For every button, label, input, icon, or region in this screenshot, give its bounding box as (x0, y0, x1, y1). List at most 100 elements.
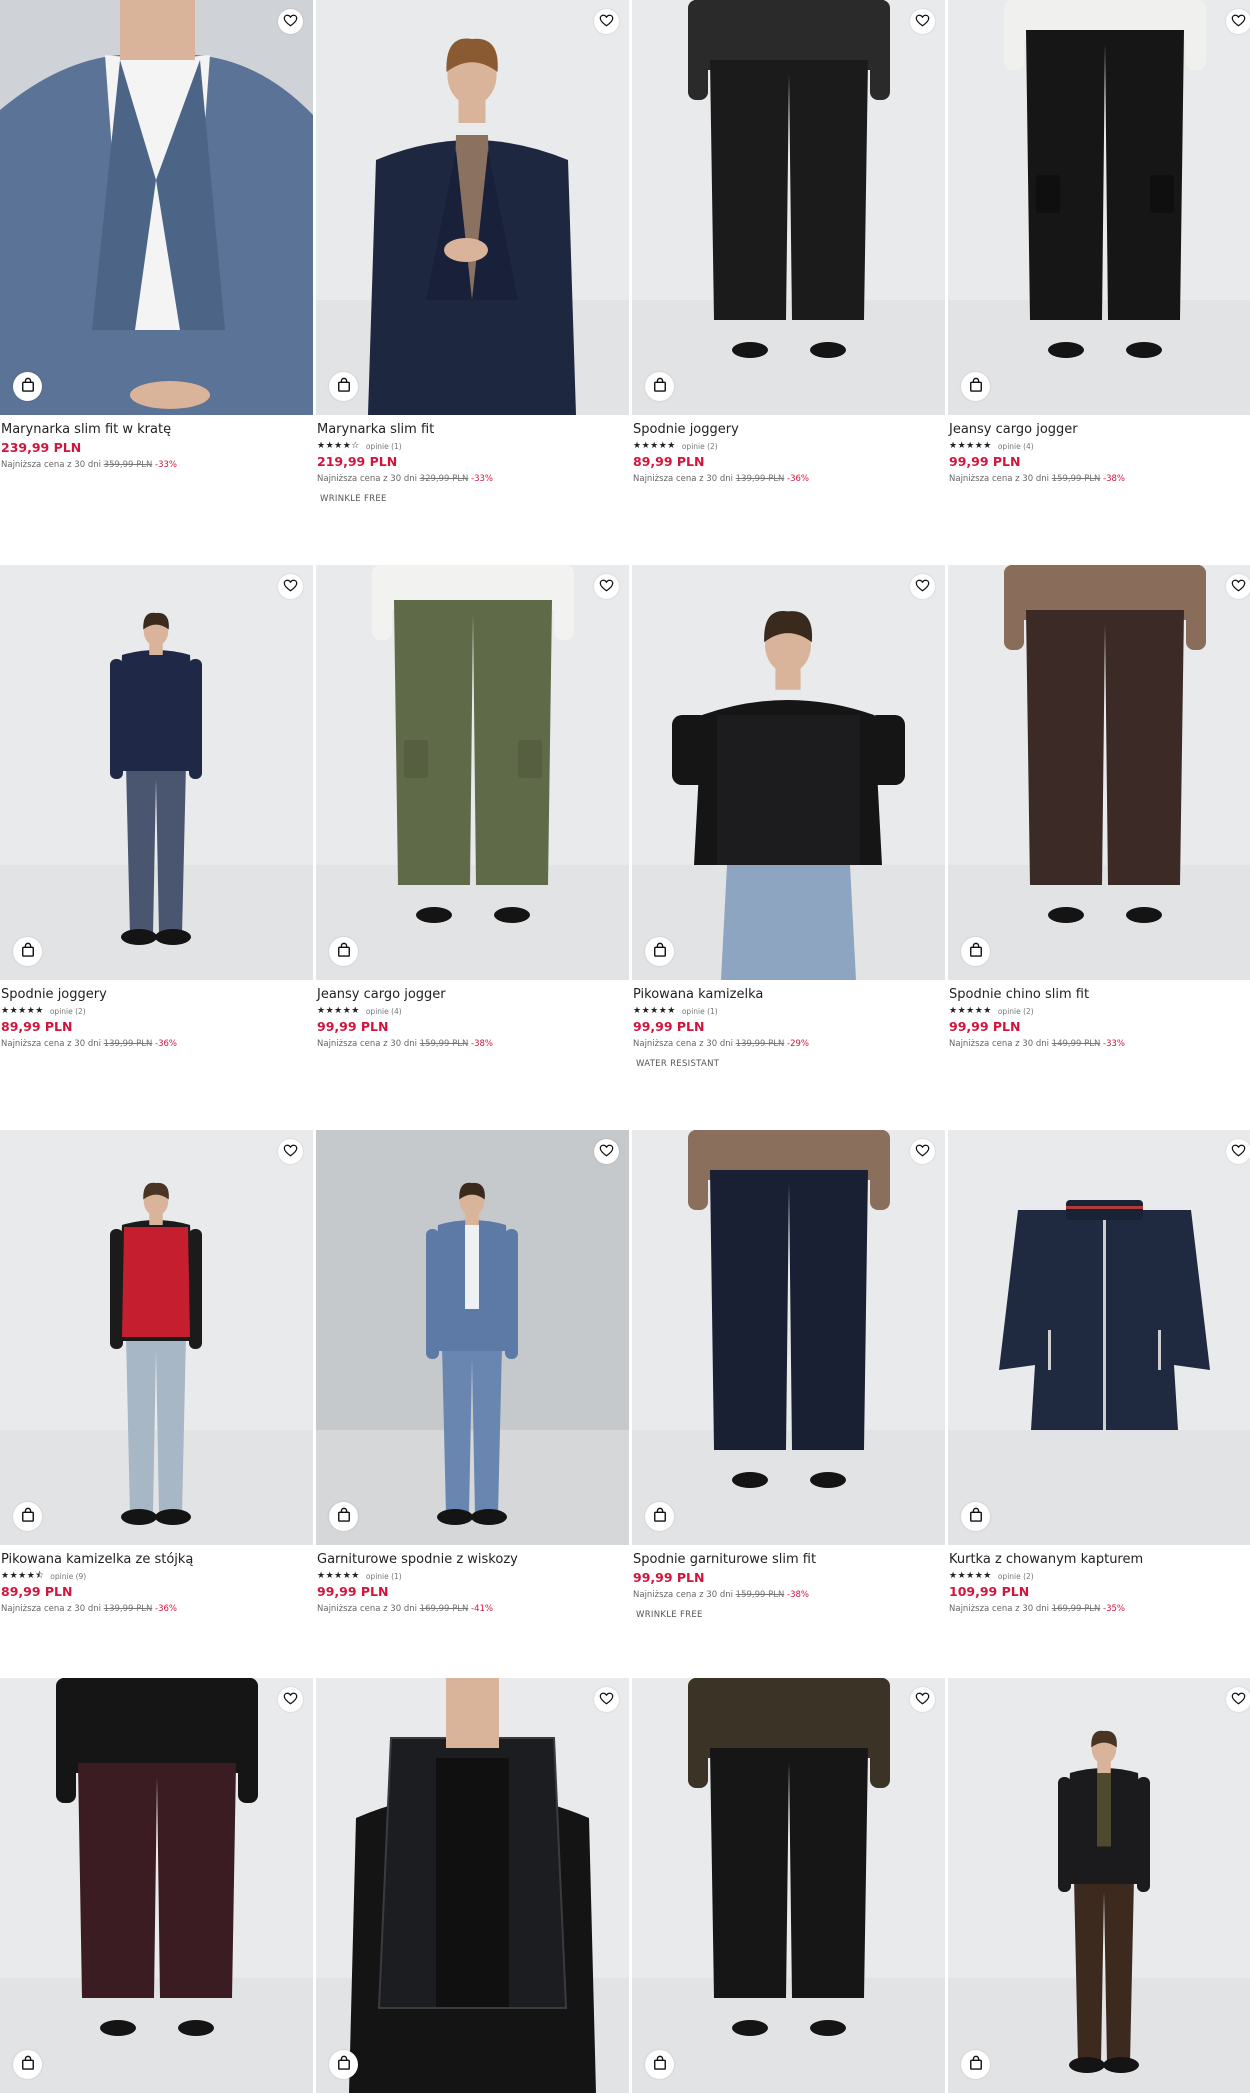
product-card[interactable] (0, 1678, 313, 2093)
add-to-cart-button[interactable] (645, 372, 674, 401)
add-to-cart-button[interactable] (961, 937, 990, 966)
add-to-cart-button[interactable] (961, 2050, 990, 2079)
add-to-cart-button[interactable] (13, 1502, 42, 1531)
review-count[interactable]: opinie (2) (682, 442, 718, 451)
product-name[interactable]: Garniturowe spodnie z wiskozy (317, 1552, 622, 1568)
product-card[interactable]: Pikowana kamizelka ze stójką ★★★★⯪ opini… (0, 1130, 313, 1650)
product-card[interactable]: Spodnie chino slim fit ★★★★★ opinie (2) … (948, 565, 1250, 1085)
add-to-favorites-button[interactable] (910, 9, 935, 34)
product-card[interactable]: Jeansy cargo jogger ★★★★★ opinie (4) 99,… (948, 0, 1250, 520)
product-image[interactable] (316, 0, 629, 415)
product-image[interactable] (0, 1678, 313, 2093)
add-to-favorites-button[interactable] (278, 574, 303, 599)
add-to-cart-button[interactable] (329, 1502, 358, 1531)
product-card[interactable]: Marynarka slim fit w kratę 239,99 PLN Na… (0, 0, 313, 520)
review-count[interactable]: opinie (2) (998, 1572, 1034, 1581)
add-to-favorites-button[interactable] (594, 1139, 619, 1164)
product-card[interactable]: Spodnie garniturowe slim fit 99,99 PLN N… (632, 1130, 945, 1650)
add-to-favorites-button[interactable] (910, 574, 935, 599)
product-card[interactable]: Garniturowe spodnie z wiskozy ★★★★★ opin… (316, 1130, 629, 1650)
add-to-favorites-button[interactable] (594, 1687, 619, 1712)
product-name[interactable]: Kurtka z chowanym kapturem (949, 1552, 1250, 1568)
rating-stars: ★★★★★ (949, 1571, 992, 1581)
add-to-favorites-button[interactable] (278, 9, 303, 34)
product-name[interactable]: Spodnie garniturowe slim fit (633, 1552, 938, 1568)
product-image[interactable] (316, 1130, 629, 1545)
product-name[interactable]: Jeansy cargo jogger (317, 987, 622, 1003)
product-name[interactable]: Spodnie joggery (1, 987, 306, 1003)
product-name[interactable]: Pikowana kamizelka ze stójką (1, 1552, 306, 1568)
add-to-cart-button[interactable] (961, 372, 990, 401)
product-image[interactable] (632, 0, 945, 415)
product-image[interactable] (948, 0, 1250, 415)
add-to-favorites-button[interactable] (1226, 1139, 1250, 1164)
review-count[interactable]: opinie (4) (998, 442, 1034, 451)
product-name[interactable]: Spodnie joggery (633, 422, 938, 438)
add-to-cart-button[interactable] (961, 1502, 990, 1531)
review-count[interactable]: opinie (9) (50, 1572, 86, 1581)
product-image[interactable] (316, 565, 629, 980)
product-image[interactable] (632, 1678, 945, 2093)
product-photo (632, 1130, 945, 1545)
add-to-cart-button[interactable] (329, 2050, 358, 2079)
product-name[interactable]: Marynarka slim fit (317, 422, 622, 438)
add-to-cart-button[interactable] (329, 937, 358, 966)
product-card[interactable]: Pikowana kamizelka ★★★★★ opinie (1) 99,9… (632, 565, 945, 1085)
add-to-cart-button[interactable] (329, 372, 358, 401)
product-card[interactable]: Marynarka slim fit ★★★★☆ opinie (1) 219,… (316, 0, 629, 520)
review-count[interactable]: opinie (2) (50, 1007, 86, 1016)
product-card[interactable]: Kurtka z chowanym kapturem ★★★★★ opinie … (948, 1130, 1250, 1650)
product-image[interactable] (948, 565, 1250, 980)
lowest-price-label: Najniższa cena z 30 dni (317, 474, 417, 484)
product-photo (316, 0, 629, 415)
product-name[interactable]: Jeansy cargo jogger (949, 422, 1250, 438)
product-image[interactable] (948, 1130, 1250, 1545)
product-price: 99,99 PLN (633, 1570, 705, 1585)
add-to-cart-button[interactable] (13, 937, 42, 966)
review-count[interactable]: opinie (1) (366, 442, 402, 451)
review-count[interactable]: opinie (1) (682, 1007, 718, 1016)
product-card[interactable] (948, 1678, 1250, 2093)
review-count[interactable]: opinie (2) (998, 1007, 1034, 1016)
add-to-cart-button[interactable] (645, 2050, 674, 2079)
add-to-favorites-button[interactable] (1226, 9, 1250, 34)
product-card[interactable]: Jeansy cargo jogger ★★★★★ opinie (4) 99,… (316, 565, 629, 1085)
add-to-favorites-button[interactable] (910, 1687, 935, 1712)
add-to-favorites-button[interactable] (1226, 1687, 1250, 1712)
shopping-bag-icon (21, 1507, 35, 1526)
add-to-favorites-button[interactable] (1226, 574, 1250, 599)
product-card[interactable]: Spodnie joggery ★★★★★ opinie (2) 89,99 P… (0, 565, 313, 1085)
add-to-favorites-button[interactable] (594, 574, 619, 599)
add-to-cart-button[interactable] (645, 1502, 674, 1531)
discount-percent: -36% (155, 1604, 178, 1614)
review-count[interactable]: opinie (1) (366, 1572, 402, 1581)
add-to-cart-button[interactable] (13, 2050, 42, 2079)
shopping-bag-icon (337, 2055, 351, 2074)
product-name[interactable]: Marynarka slim fit w kratę (1, 422, 306, 438)
old-price: 139,99 PLN (103, 1039, 153, 1049)
product-image[interactable] (316, 1678, 629, 2093)
product-name[interactable]: Pikowana kamizelka (633, 987, 938, 1003)
heart-icon (599, 1690, 614, 1709)
product-image[interactable] (632, 565, 945, 980)
product-image[interactable] (0, 1130, 313, 1545)
product-image[interactable] (632, 1130, 945, 1545)
product-name[interactable]: Spodnie chino slim fit (949, 987, 1250, 1003)
product-card[interactable]: Spodnie joggery ★★★★★ opinie (2) 89,99 P… (632, 0, 945, 520)
add-to-favorites-button[interactable] (594, 9, 619, 34)
product-image[interactable] (948, 1678, 1250, 2093)
product-info: Marynarka slim fit w kratę 239,99 PLN Na… (1, 422, 306, 470)
add-to-favorites-button[interactable] (278, 1687, 303, 1712)
product-photo (0, 1130, 313, 1545)
product-card[interactable] (316, 1678, 629, 2093)
product-image[interactable] (0, 565, 313, 980)
product-card[interactable] (632, 1678, 945, 2093)
add-to-favorites-button[interactable] (910, 1139, 935, 1164)
add-to-favorites-button[interactable] (278, 1139, 303, 1164)
review-count[interactable]: opinie (4) (366, 1007, 402, 1016)
discount-percent: -41% (471, 1604, 494, 1614)
add-to-cart-button[interactable] (645, 937, 674, 966)
product-image[interactable] (0, 0, 313, 415)
product-info: Pikowana kamizelka ze stójką ★★★★⯪ opini… (1, 1552, 306, 1614)
add-to-cart-button[interactable] (13, 372, 42, 401)
